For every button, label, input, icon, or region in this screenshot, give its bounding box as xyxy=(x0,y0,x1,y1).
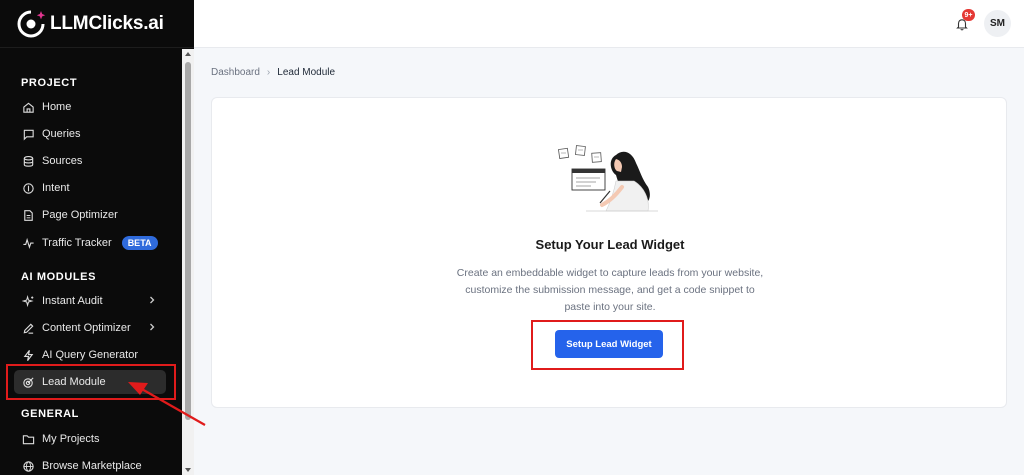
breadcrumb-current: Lead Module xyxy=(277,67,336,78)
sidebar-item-page-optimizer[interactable]: Page Optimizer xyxy=(14,203,166,227)
annotation-arrow xyxy=(128,382,206,426)
sidebar-item-content-optimizer[interactable]: Content Optimizer xyxy=(14,316,166,340)
sidebar-item-label: My Projects xyxy=(42,433,100,445)
empty-state-title: Setup Your Lead Widget xyxy=(535,237,685,252)
scroll-down-arrow-icon[interactable] xyxy=(185,468,191,472)
logo-text: LLMClicks.ai xyxy=(50,12,164,34)
beta-badge: BETA xyxy=(121,236,158,250)
section-title-ai-modules: AI MODULES xyxy=(21,271,97,283)
sidebar-item-label: Page Optimizer xyxy=(42,209,118,221)
logo-icon xyxy=(14,7,48,41)
sidebar-item-intent[interactable]: Intent xyxy=(14,176,166,200)
sidebar-item-sources[interactable]: Sources xyxy=(14,149,166,173)
chevron-right-icon: › xyxy=(266,67,271,78)
document-icon xyxy=(21,208,35,222)
sidebar-item-label: Content Optimizer xyxy=(42,322,131,334)
home-icon xyxy=(21,100,35,114)
sidebar-item-label: Intent xyxy=(42,182,70,194)
folder-icon xyxy=(21,432,35,446)
chat-icon xyxy=(21,127,35,141)
woman-writing-illustration xyxy=(558,145,658,212)
breadcrumb: Dashboard › Lead Module xyxy=(211,67,335,78)
logo[interactable]: LLMClicks.ai xyxy=(0,0,194,48)
section-title-project: PROJECT xyxy=(21,77,78,89)
avatar[interactable]: SM xyxy=(984,10,1011,37)
sidebar-item-my-projects[interactable]: My Projects xyxy=(14,427,166,451)
annotation-highlight-setup-button xyxy=(531,320,684,370)
activity-icon xyxy=(21,236,35,250)
scrollbar-thumb[interactable] xyxy=(185,62,191,420)
sidebar-item-label: Queries xyxy=(42,128,81,140)
sidebar-item-label: Instant Audit xyxy=(42,295,103,307)
notification-badge: 9+ xyxy=(962,9,975,21)
sidebar-item-label: Sources xyxy=(42,155,83,167)
sidebar-item-browse-marketplace[interactable]: Browse Marketplace xyxy=(14,454,166,475)
section-title-general: GENERAL xyxy=(21,408,79,420)
sidebar-item-home[interactable]: Home xyxy=(14,95,166,119)
top-bar: 9+ SM xyxy=(194,0,1024,48)
sidebar-item-label: Home xyxy=(42,101,72,113)
sidebar-item-label: Traffic Tracker xyxy=(42,237,112,249)
compass-icon xyxy=(21,181,35,195)
empty-state-description: Create an embeddable widget to capture l… xyxy=(456,267,764,313)
chevron-right-icon xyxy=(150,296,155,304)
sidebar-item-traffic-tracker[interactable]: Traffic Tracker BETA xyxy=(14,231,166,255)
sidebar-item-instant-audit[interactable]: Instant Audit xyxy=(14,289,166,313)
sidebar-item-label: Browse Marketplace xyxy=(42,460,142,472)
database-icon xyxy=(21,154,35,168)
sidebar-item-label: AI Query Generator xyxy=(42,349,138,361)
globe-icon xyxy=(21,459,35,473)
breadcrumb-dashboard[interactable]: Dashboard xyxy=(211,67,260,78)
sidebar-item-queries[interactable]: Queries xyxy=(14,122,166,146)
scroll-up-arrow-icon[interactable] xyxy=(185,52,191,56)
bolt-icon xyxy=(21,348,35,362)
pen-icon xyxy=(21,321,35,335)
sparkles-icon xyxy=(21,294,35,308)
chevron-right-icon xyxy=(150,323,155,331)
